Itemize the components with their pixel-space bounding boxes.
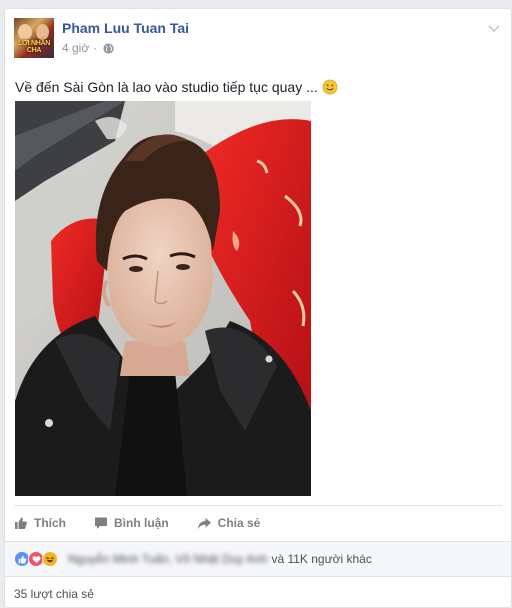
comment-button[interactable]: Bình luận: [94, 516, 169, 530]
share-count[interactable]: 35 lượt chia sẻ: [14, 587, 94, 601]
share-button[interactable]: Chia sẻ: [197, 516, 261, 530]
share-label: Chia sẻ: [217, 516, 261, 530]
globe-icon[interactable]: [103, 42, 114, 54]
post-card: LỜI NHẮN CHA Pham Luu Tuan Tai 4 giờ · V…: [4, 8, 512, 608]
avatar[interactable]: LỜI NHẮN CHA: [14, 18, 54, 58]
chevron-down-icon[interactable]: [487, 22, 501, 36]
reactions-bar: Nguyễn Minh Tuấn, Võ Nhật Duy Anh và 11K…: [5, 541, 511, 577]
like-button[interactable]: Thích: [14, 516, 66, 530]
comment-label: Bình luận: [114, 516, 169, 530]
post-meta: 4 giờ ·: [62, 41, 114, 55]
reaction-count[interactable]: và 11K người khác: [271, 552, 371, 566]
reaction-icons[interactable]: [14, 551, 58, 567]
post-actions: Thích Bình luận Chia sẻ: [14, 511, 502, 535]
haha-icon: [42, 551, 58, 567]
thumbs-up-icon: [15, 517, 27, 529]
avatar-face: [18, 24, 32, 40]
author-name[interactable]: Pham Luu Tuan Tai: [62, 20, 189, 36]
post-message: Về đến Sài Gòn là lao vào studio tiếp tụ…: [15, 79, 318, 95]
smile-icon: [322, 79, 338, 95]
reaction-names[interactable]: Nguyễn Minh Tuấn, Võ Nhật Duy Anh: [68, 552, 267, 566]
comment-icon: [95, 517, 107, 529]
meta-separator: ·: [93, 41, 98, 55]
like-label: Thích: [34, 516, 66, 530]
timestamp[interactable]: 4 giờ: [62, 41, 89, 55]
post-header: LỜI NHẮN CHA Pham Luu Tuan Tai 4 giờ ·: [14, 18, 501, 70]
avatar-face-2: [36, 24, 49, 40]
actions-divider: [14, 505, 502, 506]
share-icon: [197, 517, 211, 529]
post-photo[interactable]: [15, 101, 311, 496]
avatar-logo-text: LỜI NHẮN CHA: [18, 40, 50, 54]
post-text: Về đến Sài Gòn là lao vào studio tiếp tụ…: [15, 79, 338, 95]
